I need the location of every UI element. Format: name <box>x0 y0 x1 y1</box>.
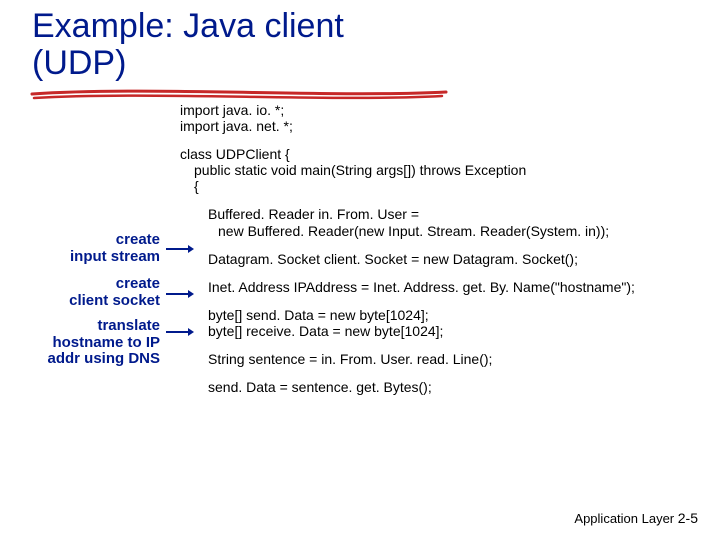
annotation-text: addr using DNS <box>47 350 160 367</box>
footer-label: Application Layer <box>574 511 674 526</box>
code-line: Buffered. Reader in. From. User = <box>180 206 635 222</box>
code-line: byte[] send. Data = new byte[1024]; <box>180 307 635 323</box>
annotation-text: create <box>116 231 160 248</box>
code-line: import java. net. *; <box>180 118 635 134</box>
title-underline <box>30 88 450 102</box>
annotation-client-socket: create client socket <box>10 276 160 309</box>
slide-footer: Application Layer 2-5 <box>574 510 698 526</box>
code-block: import java. io. *; import java. net. *;… <box>180 102 635 395</box>
annotation-text: create <box>116 275 160 292</box>
code-line: byte[] receive. Data = new byte[1024]; <box>180 323 635 339</box>
annotation-text: translate <box>97 317 160 334</box>
code-line: class UDPClient { <box>180 146 635 162</box>
code-line: String sentence = in. From. User. read. … <box>180 351 635 367</box>
code-line: public static void main(String args[]) t… <box>180 162 635 178</box>
title-line2: (UDP) <box>32 44 126 82</box>
annotation-text: client socket <box>69 292 160 309</box>
code-line: { <box>180 178 635 194</box>
annotation-text: hostname to IP <box>52 334 160 351</box>
code-line: import java. io. *; <box>180 102 635 118</box>
code-line: new Buffered. Reader(new Input. Stream. … <box>180 223 635 239</box>
footer-page: 2-5 <box>678 510 698 526</box>
annotation-text: input stream <box>70 248 160 265</box>
code-line: Inet. Address IPAddress = Inet. Address.… <box>180 279 635 295</box>
annotation-dns: translate hostname to IP addr using DNS <box>10 318 160 368</box>
annotation-input-stream: create input stream <box>10 232 160 265</box>
code-line: send. Data = sentence. get. Bytes(); <box>180 379 635 395</box>
code-line: Datagram. Socket client. Socket = new Da… <box>180 251 635 267</box>
slide-title: Example: Java client (UDP) <box>32 8 344 83</box>
title-line1: Example: Java client <box>32 7 344 45</box>
